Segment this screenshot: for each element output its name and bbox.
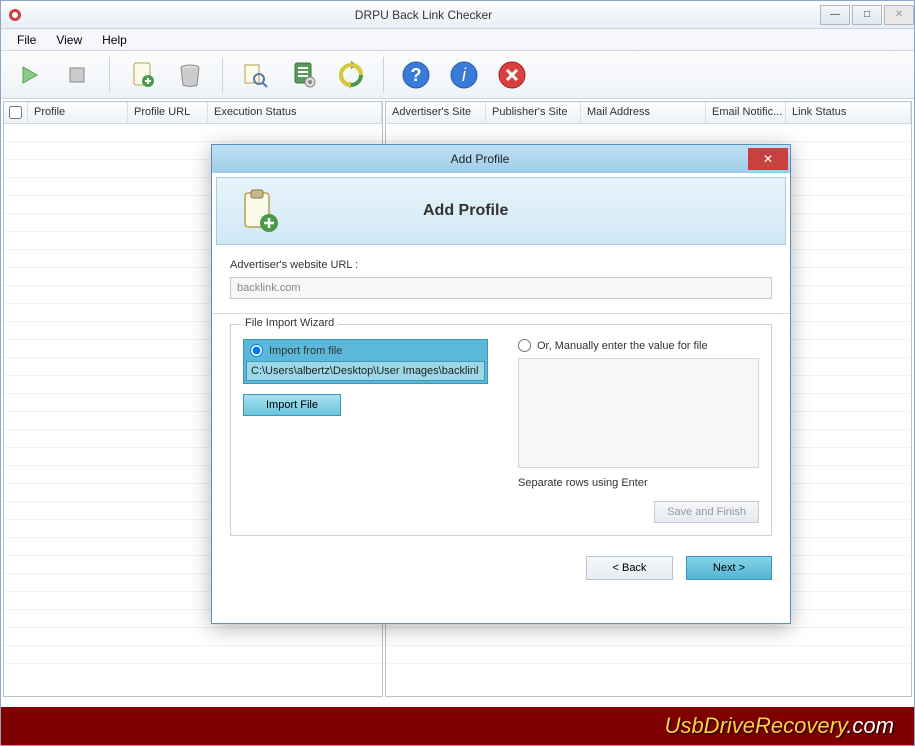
app-icon bbox=[7, 7, 23, 23]
settings-button[interactable] bbox=[283, 55, 323, 95]
next-button[interactable]: Next > bbox=[686, 556, 772, 580]
exit-button[interactable] bbox=[492, 55, 532, 95]
col-publisher-site[interactable]: Publisher's Site bbox=[486, 102, 581, 123]
col-email-notific[interactable]: Email Notific... bbox=[706, 102, 786, 123]
col-profile-url[interactable]: Profile URL bbox=[128, 102, 208, 123]
help-button[interactable]: ? bbox=[396, 55, 436, 95]
col-link-status[interactable]: Link Status bbox=[786, 102, 911, 123]
add-profile-dialog: Add Profile ✕ Add Profile Advertiser's w… bbox=[211, 144, 791, 624]
manual-entry-radio-label[interactable]: Or, Manually enter the value for file bbox=[518, 339, 759, 352]
import-from-file-radio[interactable] bbox=[250, 344, 263, 357]
window-title: DRPU Back Link Checker bbox=[29, 8, 818, 22]
select-all-checkbox[interactable] bbox=[9, 106, 22, 119]
stop-button[interactable] bbox=[57, 55, 97, 95]
import-file-button[interactable]: Import File bbox=[243, 394, 341, 416]
dialog-header: Add Profile bbox=[216, 177, 786, 245]
dialog-titlebar: Add Profile ✕ bbox=[212, 145, 790, 173]
back-button[interactable]: < Back bbox=[586, 556, 674, 580]
advertiser-url-input[interactable] bbox=[230, 277, 772, 299]
search-button[interactable] bbox=[235, 55, 275, 95]
dialog-title: Add Profile bbox=[212, 152, 748, 166]
main-window: DRPU Back Link Checker — □ ✕ File View H… bbox=[0, 0, 915, 746]
refresh-button[interactable] bbox=[331, 55, 371, 95]
titlebar: DRPU Back Link Checker — □ ✕ bbox=[1, 1, 914, 29]
minimize-button[interactable]: — bbox=[820, 5, 850, 25]
results-grid-header: Advertiser's Site Publisher's Site Mail … bbox=[386, 102, 911, 124]
import-from-file-radio-label[interactable]: Import from file bbox=[244, 340, 487, 359]
clipboard-add-icon bbox=[235, 187, 283, 235]
menu-help[interactable]: Help bbox=[92, 31, 137, 49]
import-from-file-text: Import from file bbox=[269, 345, 342, 357]
menu-view[interactable]: View bbox=[46, 31, 92, 49]
dialog-close-button[interactable]: ✕ bbox=[748, 148, 788, 170]
manual-entry-textarea[interactable] bbox=[518, 358, 759, 468]
col-profile[interactable]: Profile bbox=[28, 102, 128, 123]
fieldset-legend: File Import Wizard bbox=[241, 317, 338, 329]
toolbar: ? i bbox=[1, 51, 914, 99]
dialog-header-title: Add Profile bbox=[423, 202, 508, 220]
save-and-finish-button: Save and Finish bbox=[654, 501, 759, 523]
col-execution-status[interactable]: Execution Status bbox=[208, 102, 382, 123]
menubar: File View Help bbox=[1, 29, 914, 51]
maximize-button[interactable]: □ bbox=[852, 5, 882, 25]
separator-hint: Separate rows using Enter bbox=[518, 477, 759, 489]
col-mail-address[interactable]: Mail Address bbox=[581, 102, 706, 123]
close-button[interactable]: ✕ bbox=[884, 5, 914, 25]
menu-file[interactable]: File bbox=[7, 31, 46, 49]
brand-text: UsbDriveRecovery.com bbox=[665, 713, 894, 739]
add-profile-button[interactable] bbox=[122, 55, 162, 95]
dialog-nav-buttons: < Back Next > bbox=[212, 546, 790, 590]
play-button[interactable] bbox=[9, 55, 49, 95]
manual-entry-text: Or, Manually enter the value for file bbox=[537, 340, 708, 352]
profile-grid-header: Profile Profile URL Execution Status bbox=[4, 102, 382, 124]
manual-entry-radio[interactable] bbox=[518, 339, 531, 352]
delete-profile-button[interactable] bbox=[170, 55, 210, 95]
file-path-input[interactable] bbox=[246, 361, 485, 381]
info-button[interactable]: i bbox=[444, 55, 484, 95]
file-import-wizard-fieldset: File Import Wizard Import from file Impo… bbox=[230, 324, 772, 536]
svg-text:?: ? bbox=[411, 65, 422, 85]
col-advertiser-site[interactable]: Advertiser's Site bbox=[386, 102, 486, 123]
footer-watermark: UsbDriveRecovery.com bbox=[1, 707, 914, 745]
import-from-file-block: Import from file bbox=[243, 339, 488, 384]
url-label: Advertiser's website URL : bbox=[230, 259, 772, 271]
dialog-body: Advertiser's website URL : File Import W… bbox=[212, 249, 790, 546]
